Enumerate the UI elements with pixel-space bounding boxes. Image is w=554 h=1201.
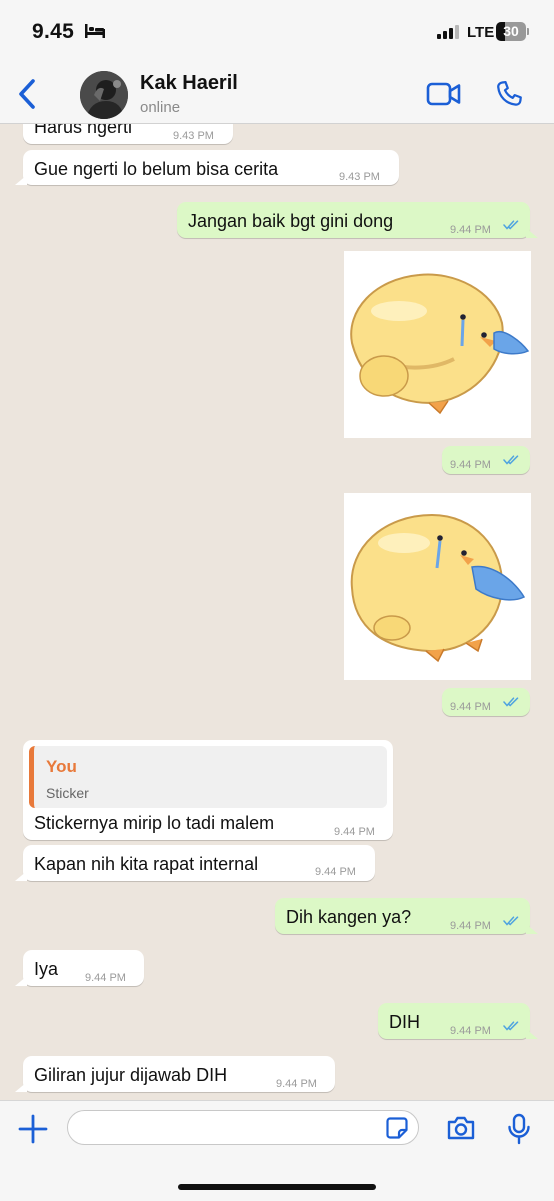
message-outgoing[interactable]: Dih kangen ya? 9.44 PM [275, 898, 538, 934]
sticker-chick-crying [350, 513, 526, 663]
quote-text: Sticker [46, 785, 89, 801]
message-time: 9.44 PM [85, 972, 126, 984]
double-check-icon [503, 1021, 519, 1031]
message-text: Jangan baik bgt gini dong [188, 211, 394, 231]
status-time: 9.45 [32, 20, 75, 43]
message-time: 9.44 PM [315, 866, 356, 878]
message-time: 9.44 PM [450, 459, 491, 471]
message-text: Giliran jujur dijawab DIH [34, 1065, 228, 1085]
status-bar: 9.45 LTE 30 [0, 0, 554, 64]
bubble-tail [526, 228, 538, 238]
chat-header: Kak Haeril online [0, 64, 554, 124]
signal-icon [437, 25, 459, 39]
message-outgoing[interactable]: 9.44 PM [442, 688, 530, 716]
message-time: 9.44 PM [450, 701, 491, 713]
sticker-image[interactable] [344, 493, 531, 680]
message-text: Stickernya mirip lo tadi malem [34, 813, 275, 833]
message-incoming[interactable]: Kapan nih kita rapat internal 9.44 PM [15, 845, 375, 881]
message-text: DIH [389, 1012, 420, 1032]
message-text: Iya [34, 959, 59, 979]
bubble-tail [15, 976, 27, 986]
back-chevron-icon[interactable] [14, 78, 42, 110]
video-call-icon[interactable] [426, 82, 462, 106]
bubble-tail [526, 924, 538, 934]
message-time: 9.44 PM [334, 826, 375, 838]
network-type: LTE [467, 24, 495, 41]
message-text: Gue ngerti lo belum bisa cerita [34, 159, 279, 179]
message-outgoing[interactable]: 9.44 PM [442, 446, 530, 474]
double-check-icon [503, 455, 519, 465]
message-incoming[interactable]: Iya 9.44 PM [15, 950, 144, 986]
battery-icon: 30 [496, 22, 526, 41]
bed-icon [85, 24, 105, 38]
contact-status: online [140, 99, 181, 116]
message-time: 9.44 PM [450, 1025, 491, 1037]
message-time: 9.44 PM [450, 920, 491, 932]
message-time: 9.43 PM [339, 171, 380, 183]
double-check-icon [503, 916, 519, 926]
message-outgoing[interactable]: DIH 9.44 PM [378, 1003, 538, 1039]
message-text: Kapan nih kita rapat internal [34, 854, 259, 874]
camera-icon[interactable] [446, 1115, 476, 1141]
sticker-chick-crying [350, 273, 530, 415]
message-incoming[interactable]: Giliran jujur dijawab DIH 9.44 PM [15, 1056, 335, 1092]
message-incoming[interactable]: Gue ngerti lo belum bisa cerita 9.43 PM [15, 150, 399, 185]
message-input-field[interactable] [67, 1110, 419, 1145]
message-input[interactable] [80, 1115, 384, 1142]
battery-level: 30 [503, 23, 519, 39]
bubble-tail [15, 1082, 27, 1092]
double-check-icon [503, 697, 519, 707]
quoted-message[interactable]: You Sticker [29, 746, 387, 808]
avatar[interactable] [80, 71, 128, 119]
quote-author: You [46, 757, 77, 776]
double-check-icon [503, 220, 519, 230]
bubble-tail [15, 871, 27, 881]
message-incoming[interactable]: Harus ngerti 9.43 PM [23, 124, 233, 144]
microphone-icon[interactable] [506, 1113, 532, 1145]
message-time: 9.44 PM [276, 1078, 317, 1090]
message-incoming-reply[interactable]: You Sticker Stickernya mirip lo tadi mal… [23, 740, 393, 840]
message-list[interactable]: Harus ngerti 9.43 PM Gue ngerti lo belum… [0, 124, 554, 1100]
message-text: Dih kangen ya? [286, 907, 412, 927]
battery-nub [527, 28, 529, 35]
phone-icon[interactable] [494, 79, 524, 109]
bubble-tail [526, 1029, 538, 1039]
message-outgoing[interactable]: Jangan baik bgt gini dong 9.44 PM [177, 202, 538, 238]
contact-name[interactable]: Kak Haeril [140, 72, 238, 95]
message-time: 9.44 PM [450, 224, 491, 236]
plus-icon[interactable] [17, 1113, 49, 1145]
message-text: Harus ngerti [34, 124, 133, 137]
home-indicator[interactable] [178, 1184, 376, 1190]
bubble-tail [15, 175, 27, 185]
sticker-image[interactable] [344, 251, 531, 438]
message-time: 9.43 PM [173, 130, 214, 142]
sticker-icon[interactable] [385, 1116, 409, 1140]
